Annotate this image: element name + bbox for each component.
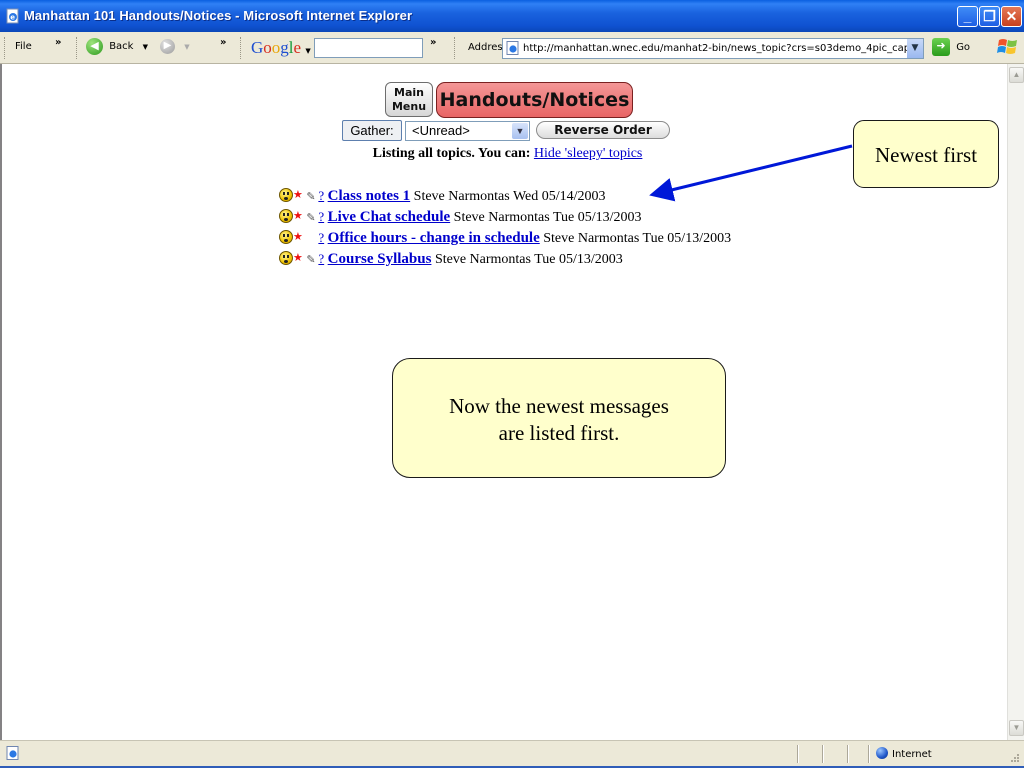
topic-title-link[interactable]: Live Chat schedule — [328, 209, 451, 225]
topic-help-link[interactable]: ? — [318, 188, 324, 203]
svg-text:e: e — [10, 13, 15, 21]
main-menu-button[interactable]: Main Menu — [385, 82, 433, 117]
topic-author: Steve Narmontas — [413, 189, 510, 204]
google-overflow-chevron[interactable]: » — [430, 37, 436, 48]
close-icon: ✕ — [1005, 8, 1018, 24]
back-dropdown-icon[interactable]: ▼ — [143, 43, 148, 51]
forward-arrow-icon: ▶ — [160, 39, 175, 54]
topic-row: ★ ✎? Class notes 1 Steve Narmontas Wed 0… — [279, 186, 731, 207]
attachment-icon: ✎ — [306, 254, 316, 266]
window-titlebar[interactable]: e Manhattan 101 Handouts/Notices - Micro… — [0, 0, 1024, 32]
forward-button[interactable]: ▶ ▼ — [160, 39, 190, 54]
toolbar-grip[interactable] — [240, 37, 243, 59]
topic-title-link[interactable]: Course Syllabus — [328, 251, 432, 267]
restore-button[interactable]: ❐ — [979, 6, 1000, 27]
topic-help-link[interactable]: ? — [318, 230, 324, 245]
smiley-icon — [279, 230, 293, 244]
back-label: Back — [109, 41, 134, 52]
reverse-order-button[interactable]: Reverse Order — [536, 121, 670, 139]
back-button[interactable]: ◀ Back ▼ — [86, 38, 148, 55]
topic-author: Steve Narmontas — [453, 210, 550, 225]
topic-title-link[interactable]: Office hours - change in schedule — [328, 230, 540, 246]
security-zone[interactable]: Internet — [876, 747, 932, 760]
new-star-icon: ★ — [293, 210, 303, 222]
status-divider — [822, 745, 823, 763]
callout-line-2: are listed first. — [498, 421, 620, 445]
restore-icon: ❐ — [983, 8, 996, 24]
globe-icon — [876, 747, 888, 759]
smiley-icon — [279, 251, 293, 265]
new-star-icon: ★ — [293, 252, 303, 264]
listing-lead-text: Listing all topics. You can: — [372, 146, 531, 161]
window-title: Manhattan 101 Handouts/Notices - Microso… — [24, 8, 413, 23]
toolbar-grip[interactable] — [76, 37, 79, 59]
topic-help-link[interactable]: ? — [318, 251, 324, 266]
chevron-down-icon[interactable]: ▼ — [512, 123, 528, 139]
ie-page-icon: e — [6, 8, 19, 24]
close-button[interactable]: ✕ — [1001, 6, 1022, 27]
minimize-button[interactable]: _ — [957, 6, 978, 27]
callout-line-1: Now the newest messages — [449, 394, 669, 418]
scroll-up-arrow-icon[interactable]: ▲ — [1009, 67, 1024, 83]
gather-selected-value: <Unread> — [412, 123, 470, 138]
minimize-icon: _ — [963, 8, 972, 24]
resize-grip-icon[interactable] — [1008, 751, 1020, 763]
handouts-notices-button[interactable]: Handouts/Notices — [436, 82, 633, 118]
main-menu-label-line2: Menu — [391, 100, 427, 113]
google-dropdown-icon: ▼ — [305, 47, 311, 55]
topic-list: ★ ✎? Class notes 1 Steve Narmontas Wed 0… — [279, 186, 731, 270]
status-divider — [847, 745, 848, 763]
smiley-icon — [279, 188, 293, 202]
main-menu-label-line1: Main — [394, 86, 424, 99]
google-logo: Google — [251, 38, 302, 57]
address-url[interactable]: http://manhattan.wnec.edu/manhat2-bin/ne… — [523, 39, 920, 58]
topic-row: ★ ✎? Live Chat schedule Steve Narmontas … — [279, 207, 731, 228]
forward-dropdown-icon[interactable]: ▼ — [184, 43, 189, 51]
toolbar-grip[interactable] — [454, 37, 457, 59]
toolbar-overflow-chevron[interactable]: » — [220, 37, 226, 48]
gather-select[interactable]: <Unread> ▼ — [405, 121, 530, 141]
hide-sleepy-topics-link[interactable]: Hide 'sleepy' topics — [534, 146, 642, 161]
topic-date: Tue 05/13/2003 — [552, 210, 642, 225]
topic-row: ★ ✎? Course Syllabus Steve Narmontas Tue… — [279, 249, 731, 270]
gather-button[interactable]: Gather: — [342, 120, 402, 141]
go-arrow-icon: ➜ — [932, 38, 950, 56]
new-star-icon: ★ — [293, 189, 303, 201]
status-divider — [868, 745, 869, 763]
address-dropdown-icon[interactable]: ▼ — [907, 39, 923, 58]
back-arrow-icon: ◀ — [86, 38, 103, 55]
page-status-icon — [6, 746, 19, 760]
ie-toolbar: File » ◀ Back ▼ ▶ ▼ » Google ▼ » Address… — [0, 32, 1024, 64]
ie-page-icon — [506, 41, 519, 55]
topic-author: Steve Narmontas — [434, 252, 531, 267]
status-divider — [797, 745, 798, 763]
topic-date: Wed 05/14/2003 — [512, 189, 606, 204]
status-bar: Internet — [0, 740, 1024, 768]
go-button[interactable]: ➜ Go — [932, 38, 970, 56]
windows-logo-icon — [997, 39, 1017, 54]
smiley-icon — [279, 209, 293, 223]
go-label: Go — [956, 41, 971, 53]
google-toolbar-button[interactable]: Google ▼ — [251, 38, 311, 58]
topic-author: Steve Narmontas — [543, 231, 640, 246]
newest-messages-callout: Now the newest messages are listed first… — [392, 358, 726, 478]
topic-row: ★ ? Office hours - change in schedule St… — [279, 228, 731, 249]
new-star-icon: ★ — [293, 231, 303, 243]
newest-first-callout: Newest first — [853, 120, 999, 188]
attachment-icon: ✎ — [306, 212, 316, 224]
attachment-icon: ✎ — [306, 191, 316, 203]
menu-overflow-chevron[interactable]: » — [55, 37, 61, 48]
topic-date: Tue 05/13/2003 — [642, 231, 732, 246]
zone-label: Internet — [892, 749, 932, 760]
address-bar[interactable]: http://manhattan.wnec.edu/manhat2-bin/ne… — [502, 38, 924, 59]
google-search-input[interactable] — [314, 38, 423, 58]
menu-file[interactable]: File — [15, 41, 32, 52]
topic-help-link[interactable]: ? — [318, 209, 324, 224]
scroll-down-arrow-icon[interactable]: ▼ — [1009, 720, 1024, 736]
topic-title-link[interactable]: Class notes 1 — [328, 188, 411, 204]
toolbar-grip[interactable] — [4, 37, 7, 59]
topic-date: Tue 05/13/2003 — [534, 252, 623, 267]
vertical-scrollbar[interactable]: ▲ ▼ — [1007, 64, 1024, 740]
